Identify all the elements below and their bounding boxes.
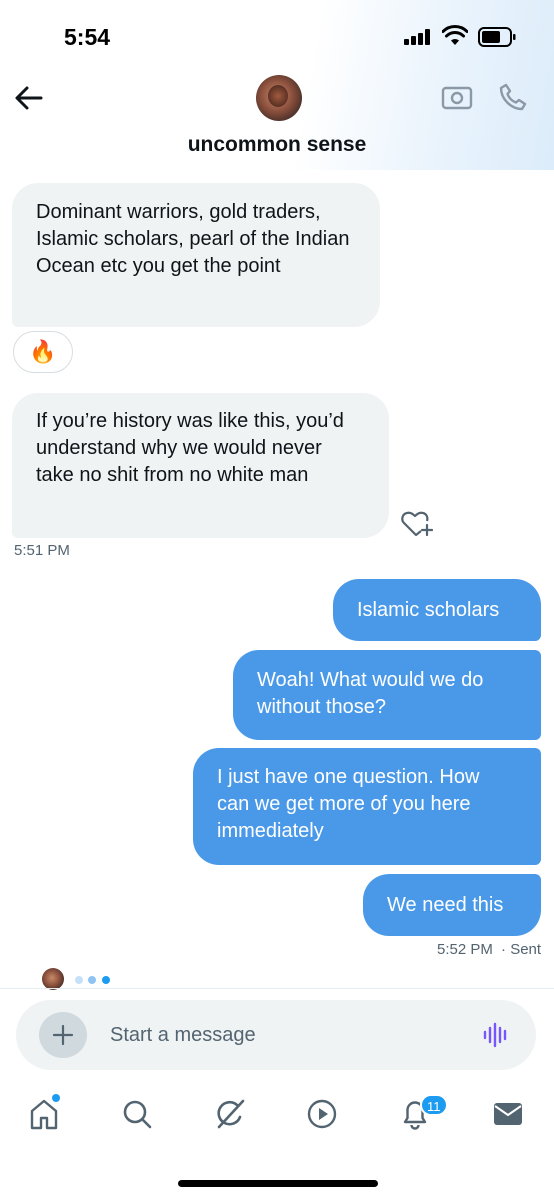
sent-message[interactable]: Woah! What would we do without those? [233,650,541,740]
fire-reaction[interactable]: 🔥 [13,331,73,373]
nav-messages[interactable] [490,1094,526,1134]
nav-grok[interactable] [212,1094,248,1134]
battery-icon [478,27,516,47]
home-icon [30,1099,58,1130]
play-icon [307,1099,337,1129]
wifi-icon [442,25,468,45]
conversation-title[interactable]: uncommon sense [0,133,554,157]
search-icon [123,1100,152,1129]
grok-icon [217,1099,245,1129]
cellular-signal-icon [404,29,432,45]
notifications-count-badge: 11 [420,1094,448,1116]
add-media-button[interactable] [39,1012,87,1058]
envelope-icon [494,1103,522,1125]
status-time: 5:54 [64,24,111,50]
avatar[interactable] [256,75,302,121]
received-message[interactable]: If you’re history was like this, you’d u… [12,393,389,538]
received-timestamp: 5:51 PM [14,542,70,559]
video-call-icon[interactable] [441,84,473,112]
message-composer [16,1000,536,1070]
sent-time: 5:52 PM [437,941,493,958]
home-indicator [178,1180,378,1187]
sent-message[interactable]: I just have one question. How can we get… [193,748,541,865]
back-arrow-icon[interactable] [14,84,44,112]
sent-timestamp: 5:52 PM · Sent [437,941,541,958]
voice-message-icon[interactable] [482,1021,510,1049]
sent-message[interactable]: We need this [363,874,541,936]
plus-icon [52,1024,74,1046]
sent-status: · Sent [501,941,542,958]
received-message[interactable]: Dominant warriors, gold traders, Islamic… [12,183,380,327]
nav-search[interactable] [119,1094,155,1134]
sent-message[interactable]: Islamic scholars [333,579,541,641]
home-badge [52,1094,60,1102]
add-reaction-icon[interactable] [401,507,433,537]
fire-emoji: 🔥 [29,339,57,364]
typing-indicator [42,968,122,990]
typing-avatar [42,968,64,990]
divider [0,988,554,989]
message-input[interactable] [110,1020,450,1050]
phone-call-icon[interactable] [498,82,528,112]
nav-video[interactable] [304,1094,340,1134]
